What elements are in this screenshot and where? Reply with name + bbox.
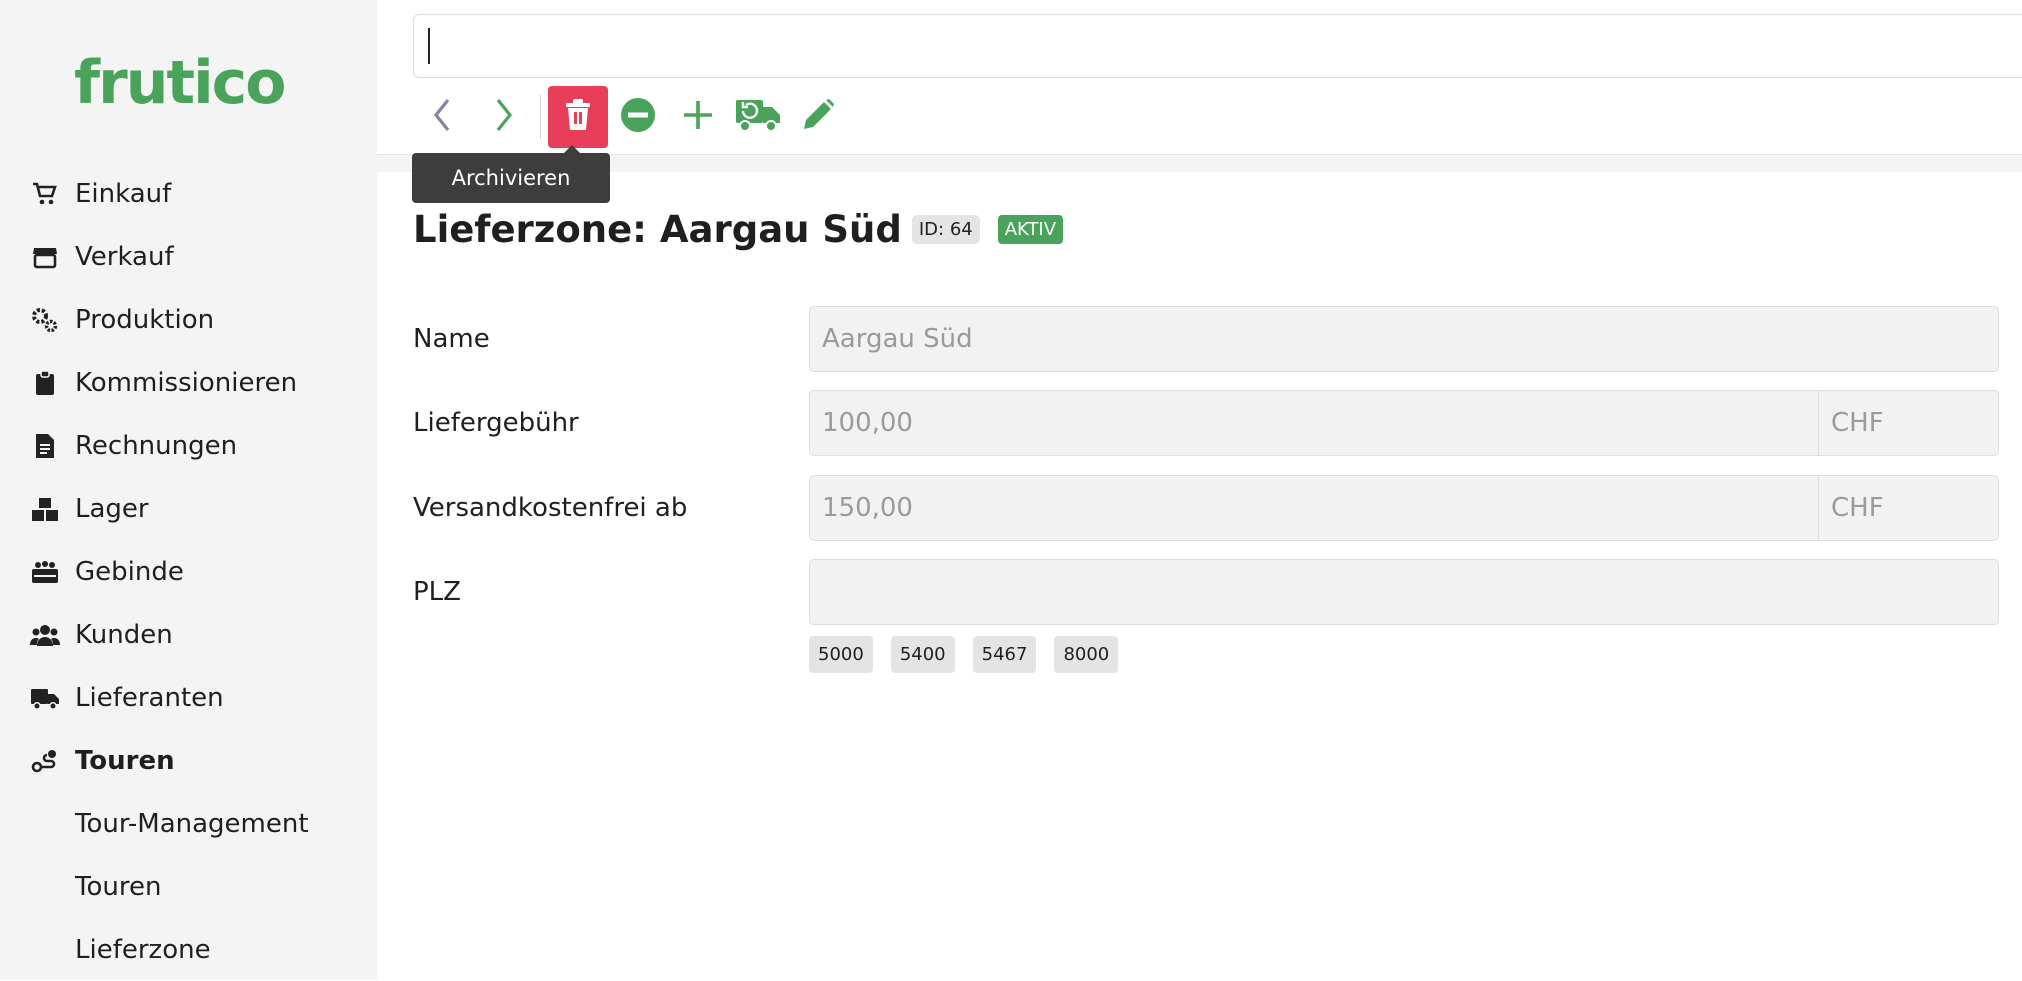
- logo[interactable]: frutico: [74, 48, 286, 118]
- sidebar-item-label: Gebinde: [75, 556, 184, 587]
- chevron-right-icon: [488, 95, 518, 139]
- store-icon: [30, 242, 60, 272]
- status-badge: AKTIV: [997, 215, 1064, 244]
- plz-field[interactable]: [809, 559, 1999, 625]
- delivery-reset-button[interactable]: [728, 86, 788, 148]
- main-content: Archivieren Lieferzone: Aargau Süd ID: 6…: [377, 0, 2022, 980]
- form-row-name: Name Aargau Süd: [413, 306, 2022, 372]
- sidebar-item-label: Kunden: [75, 619, 173, 650]
- users-icon: [30, 620, 60, 650]
- free-from-currency: CHF: [1818, 475, 1999, 541]
- form-row-fee: Liefergebühr 100,00 CHF: [413, 390, 2022, 456]
- sidebar-item-verkauf[interactable]: Verkauf: [0, 225, 377, 288]
- plz-tag[interactable]: 5400: [890, 636, 955, 673]
- sidebar-item-label: Kommissionieren: [75, 367, 298, 398]
- form-row-free-from: Versandkostenfrei ab 150,00 CHF: [413, 475, 2022, 541]
- name-label: Name: [413, 324, 490, 354]
- sidebar-item-label: Touren: [75, 745, 175, 776]
- page-header: Lieferzone: Aargau Süd ID: 64 AKTIV: [413, 208, 1064, 251]
- next-button[interactable]: [473, 86, 533, 148]
- sidebar-item-label: Produktion: [75, 304, 215, 335]
- invoice-icon: [30, 431, 60, 461]
- free-from-label: Versandkostenfrei ab: [413, 493, 688, 523]
- sidebar-item-label: Einkauf: [75, 178, 172, 209]
- plus-icon: [681, 98, 715, 136]
- name-field[interactable]: Aargau Süd: [809, 306, 1999, 372]
- toolbar: [413, 86, 848, 148]
- plz-tags: 5000 5400 5467 8000: [809, 636, 1136, 673]
- plz-label: PLZ: [413, 577, 461, 607]
- edit-button[interactable]: [788, 86, 848, 148]
- sidebar-subitem-touren[interactable]: Touren: [0, 855, 377, 918]
- sidebar-item-lieferanten[interactable]: Lieferanten: [0, 666, 377, 729]
- toolbar-separator-band: [377, 154, 2022, 172]
- sidebar-subitem-tour-management[interactable]: Tour-Management: [0, 792, 377, 855]
- form-row-plz: PLZ: [413, 559, 2022, 625]
- boxes-icon: [30, 494, 60, 524]
- sidebar-item-label: Lieferanten: [75, 682, 224, 713]
- toolbar-divider: [540, 95, 541, 139]
- sidebar-item-kommissionieren[interactable]: Kommissionieren: [0, 351, 377, 414]
- fee-label: Liefergebühr: [413, 408, 579, 438]
- command-input[interactable]: [413, 14, 2022, 78]
- fee-field[interactable]: 100,00: [809, 390, 1819, 456]
- plz-tag[interactable]: 5467: [972, 636, 1037, 673]
- plz-tag[interactable]: 8000: [1054, 636, 1119, 673]
- fee-currency: CHF: [1818, 390, 1999, 456]
- add-button[interactable]: [668, 86, 728, 148]
- id-badge: ID: 64: [911, 215, 980, 244]
- sidebar-item-einkauf[interactable]: Einkauf: [0, 162, 377, 225]
- minus-circle-icon: [619, 96, 657, 138]
- trash-icon: [563, 97, 593, 137]
- sidebar-item-kunden[interactable]: Kunden: [0, 603, 377, 666]
- sidebar-item-touren[interactable]: Touren: [0, 729, 377, 792]
- truck-icon: [30, 683, 60, 713]
- sidebar-item-label: Verkauf: [75, 241, 174, 272]
- sidebar-item-label: Rechnungen: [75, 430, 238, 461]
- free-from-field[interactable]: 150,00: [809, 475, 1819, 541]
- sidebar-item-rechnungen[interactable]: Rechnungen: [0, 414, 377, 477]
- clipboard-icon: [30, 368, 60, 398]
- deactivate-button[interactable]: [608, 86, 668, 148]
- previous-button[interactable]: [413, 86, 473, 148]
- page-title: Lieferzone: Aargau Süd: [413, 208, 902, 251]
- gears-icon: [30, 305, 60, 335]
- pencil-icon: [800, 97, 836, 137]
- text-caret: [428, 28, 430, 64]
- chevron-left-icon: [428, 95, 458, 139]
- crate-icon: [30, 557, 60, 587]
- sidebar-item-produktion[interactable]: Produktion: [0, 288, 377, 351]
- plz-tag[interactable]: 5000: [809, 636, 873, 673]
- sidebar-subitem-lieferzone[interactable]: Lieferzone: [0, 918, 377, 981]
- sidebar-nav: Einkauf Verkauf Produktion Kommissionier…: [0, 162, 377, 981]
- archive-tooltip: Archivieren: [412, 145, 610, 203]
- route-icon: [30, 746, 60, 776]
- sidebar-item-gebinde[interactable]: Gebinde: [0, 540, 377, 603]
- sidebar-item-lager[interactable]: Lager: [0, 477, 377, 540]
- sidebar: frutico Einkauf Verkauf Produktion Kommi…: [0, 0, 377, 980]
- sidebar-item-label: Lager: [75, 493, 149, 524]
- archive-button[interactable]: [548, 86, 608, 148]
- cart-icon: [30, 179, 60, 209]
- truck-restore-icon: [735, 97, 781, 137]
